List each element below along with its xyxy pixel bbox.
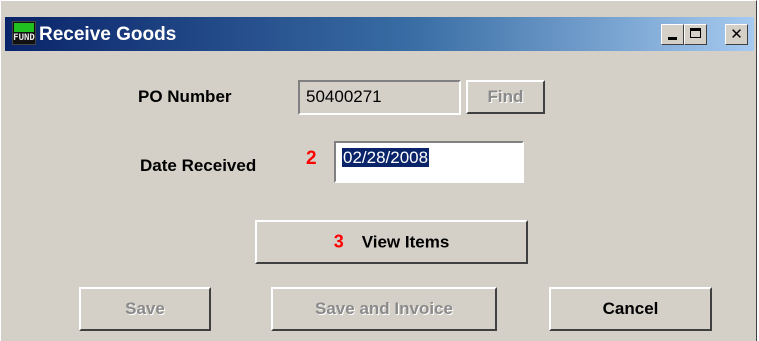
fund-app-icon: FUND: [12, 21, 36, 45]
view-items-content: 3 View Items: [257, 232, 526, 253]
title-bar[interactable]: FUND Receive Goods ✕: [5, 17, 754, 51]
cancel-button-label: Cancel: [602, 299, 659, 318]
save-and-invoice-button-label: Save and Invoice: [315, 299, 453, 318]
fund-app-icon-accent: [14, 23, 34, 32]
date-received-value: 02/28/2008: [342, 148, 430, 167]
maximize-button[interactable]: [684, 24, 707, 45]
find-button-label: Find: [487, 87, 524, 106]
save-button-label: Save: [125, 299, 165, 318]
view-items-label: View Items: [361, 232, 450, 252]
minimize-icon: [668, 37, 677, 40]
fund-app-icon-text: FUND: [13, 33, 35, 43]
view-items-button[interactable]: 3 View Items: [255, 220, 528, 264]
step-marker-3: 3: [333, 231, 344, 252]
po-number-value: 50400271: [306, 87, 382, 106]
step-marker-2: 2: [306, 148, 317, 169]
maximize-icon: [690, 28, 701, 38]
close-button[interactable]: ✕: [725, 24, 748, 45]
po-number-label: PO Number: [138, 87, 232, 106]
date-received-label: Date Received: [140, 156, 257, 175]
find-button[interactable]: Find: [466, 80, 545, 114]
po-number-field[interactable]: 50400271: [298, 80, 461, 115]
window-title: Receive Goods: [39, 24, 177, 45]
save-and-invoice-button[interactable]: Save and Invoice: [271, 287, 497, 331]
minimize-button[interactable]: [661, 24, 684, 45]
date-received-input[interactable]: 02/28/2008: [334, 141, 524, 183]
close-icon: ✕: [730, 25, 743, 43]
cancel-button[interactable]: Cancel: [549, 287, 712, 331]
save-button[interactable]: Save: [79, 287, 211, 331]
receive-goods-window: FUND Receive Goods ✕ PO Number 50400271 …: [0, 0, 757, 341]
